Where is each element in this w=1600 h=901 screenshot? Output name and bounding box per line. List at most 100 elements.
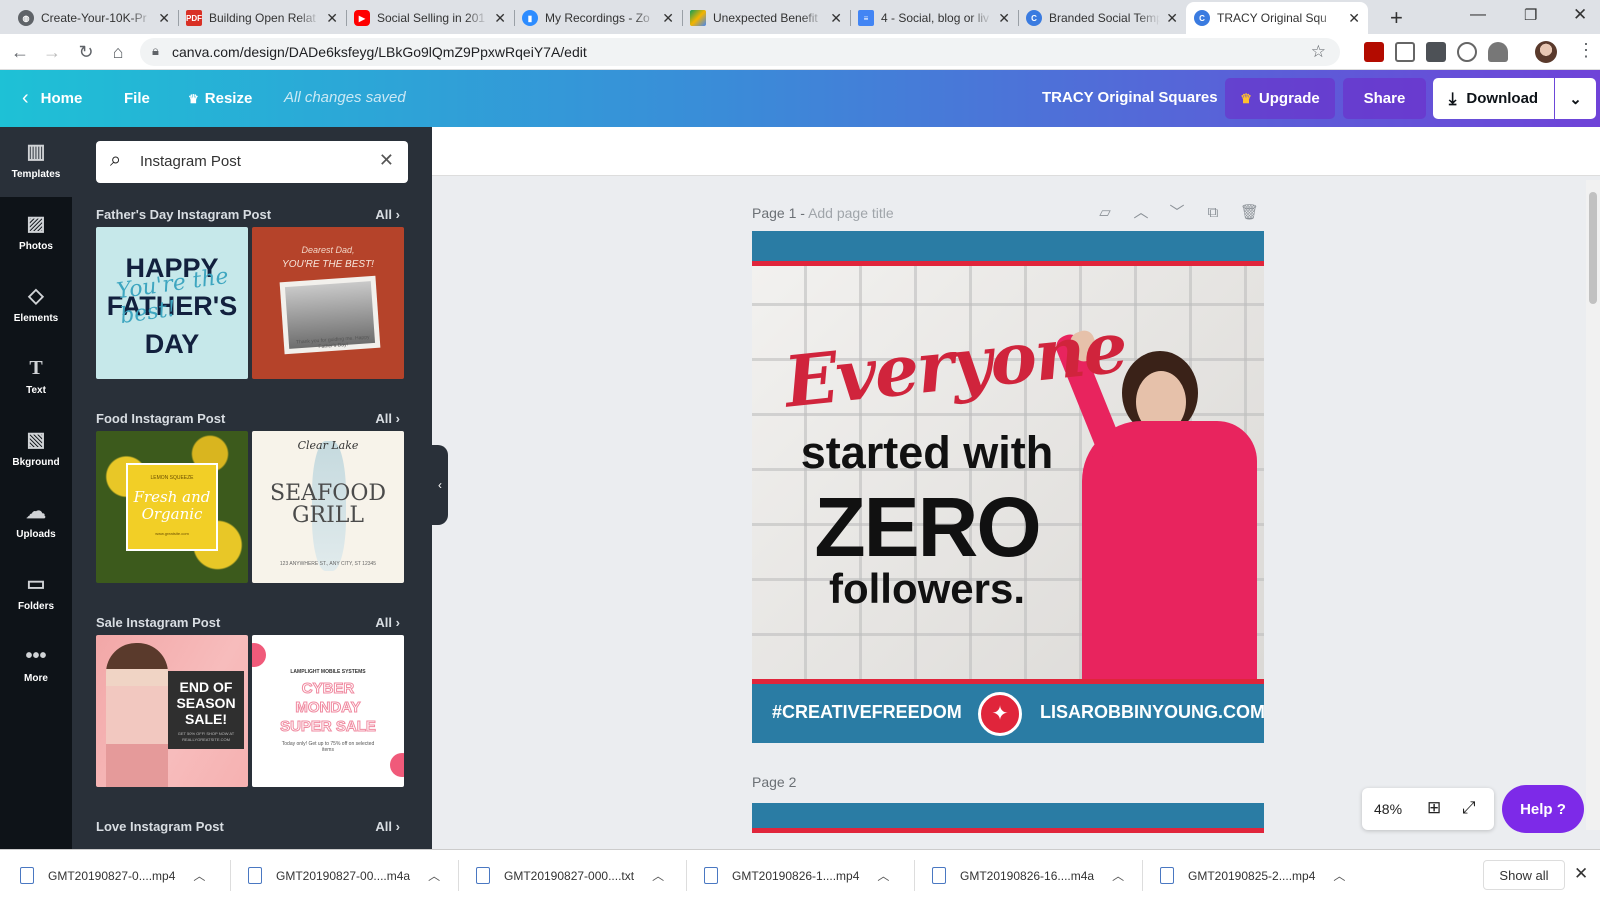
back-icon[interactable]: ← [8, 40, 32, 64]
home-icon[interactable]: ⌂ [106, 40, 130, 64]
upgrade-button[interactable]: ♛ Upgrade [1225, 78, 1335, 119]
template-thumbnail[interactable]: Dearest Dad, YOU'RE THE BEST! Thank you … [252, 227, 404, 379]
rail-item-templates[interactable]: ▥ Templates [0, 127, 72, 197]
download-item[interactable]: GMT20190827-0....mp4 ︿ [20, 850, 205, 901]
chevron-up-icon[interactable]: ︿ [877, 867, 889, 884]
rail-item-text[interactable]: T Text [0, 343, 72, 413]
design-website[interactable]: LISAROBBINYOUNG.COM [1040, 702, 1264, 723]
design-hashtag[interactable]: #CREATIVEFREEDOM [772, 702, 962, 723]
rail-item-photos[interactable]: ▨ Photos [0, 199, 72, 269]
download-item[interactable]: GMT20190825-2....mp4 ︿ [1160, 850, 1345, 901]
notes-icon[interactable]: ▱ [1096, 204, 1114, 222]
home-button[interactable]: ‹ Home [22, 70, 82, 127]
close-icon[interactable]: ✕ [158, 10, 170, 27]
chevron-down-icon[interactable]: ﹀ [1168, 204, 1186, 222]
design-page-1[interactable]: Everyone started with ZERO followers. #C… [752, 231, 1264, 743]
download-options-button[interactable]: ⌄ [1555, 78, 1596, 119]
chevron-up-icon[interactable]: ︿ [1112, 867, 1124, 884]
rail-item-folders[interactable]: ▭ Folders [0, 559, 72, 629]
design-text-line[interactable]: started with [792, 427, 1062, 479]
rail-item-background[interactable]: ▧ Bkground [0, 415, 72, 485]
browser-tab[interactable]: ▶ Social Selling in 201 ✕ [346, 2, 514, 34]
close-icon[interactable]: ✕ [494, 10, 506, 27]
see-all-link[interactable]: All › [375, 615, 400, 630]
template-thumbnail[interactable]: LAMPLIGHT MOBILE SYSTEMS CYBER MONDAY SU… [252, 635, 404, 787]
browser-tab[interactable]: ◍ Create-Your-10K-Pr ✕ [10, 2, 178, 34]
download-item[interactable]: GMT20190826-1....mp4 ︿ [704, 850, 889, 901]
download-item[interactable]: GMT20190827-00....m4a ︿ [248, 850, 440, 901]
delete-page-icon[interactable]: 🗑︎ [1240, 204, 1259, 222]
profile-avatar[interactable] [1535, 41, 1557, 63]
share-button[interactable]: Share [1343, 78, 1426, 119]
acrobat-extension-icon[interactable] [1364, 42, 1384, 62]
maximize-button[interactable]: ❐ [1524, 6, 1537, 24]
chevron-up-icon[interactable]: ︿ [1333, 867, 1345, 884]
close-icon[interactable]: ✕ [326, 10, 338, 27]
address-bar[interactable]: 🔒︎ canva.com/design/DADe6ksfeyg/LBkGo9lQ… [140, 38, 1340, 66]
calendar-extension-icon[interactable] [1395, 42, 1415, 62]
duplicate-page-icon[interactable]: ⧉ [1204, 204, 1222, 222]
scrollbar-thumb[interactable] [1589, 192, 1597, 304]
browser-tab[interactable]: C Branded Social Temp ✕ [1018, 2, 1186, 34]
close-downloads-icon[interactable]: ✕ [1574, 864, 1588, 884]
chevron-up-icon[interactable]: ︿ [193, 867, 205, 884]
template-search-box[interactable]: ⌕ Instagram Post ✕ [96, 141, 408, 183]
browser-tab[interactable]: ▮ My Recordings - Zo ✕ [514, 2, 682, 34]
see-all-link[interactable]: All › [375, 207, 400, 222]
chevron-up-icon[interactable]: ︿ [428, 867, 440, 884]
new-tab-button[interactable]: + [1390, 5, 1403, 31]
download-item[interactable]: GMT20190827-000....txt ︿ [476, 850, 664, 901]
template-thumbnail[interactable]: HAPPY FATHER'S DAY You're the best! [96, 227, 248, 379]
facebook-extension-icon[interactable] [1426, 42, 1446, 62]
window-close-button[interactable]: ✕ [1573, 5, 1587, 25]
forward-icon[interactable]: → [40, 40, 64, 64]
file-icon [704, 867, 718, 884]
reload-icon[interactable]: ↻ [74, 40, 98, 64]
clear-search-icon[interactable]: ✕ [379, 150, 394, 171]
design-text-line[interactable]: followers. [792, 565, 1062, 613]
zoom-level[interactable]: 48% [1374, 801, 1402, 817]
close-icon[interactable]: ✕ [998, 10, 1010, 27]
browser-menu-icon[interactable]: ⋮ [1577, 40, 1595, 61]
browser-tab[interactable]: ≡ 4 - Social, blog or liv ✕ [850, 2, 1018, 34]
see-all-link[interactable]: All › [375, 819, 400, 834]
star-icon[interactable]: ☆ [1311, 42, 1326, 62]
vertical-scrollbar[interactable] [1586, 180, 1600, 830]
search-input[interactable]: Instagram Post [140, 153, 241, 170]
templates-icon: ▥ [26, 141, 46, 163]
browser-tab[interactable]: Unexpected Benefit ✕ [682, 2, 850, 34]
fullscreen-icon[interactable]: ⤢ [1462, 798, 1476, 818]
download-item[interactable]: GMT20190826-16....m4a ︿ [932, 850, 1124, 901]
pdf-icon: PDF [186, 10, 202, 26]
document-title[interactable]: TRACY Original Squares [1042, 89, 1218, 106]
file-menu-button[interactable]: File [124, 70, 150, 127]
chevron-up-icon[interactable]: ︿ [1132, 204, 1150, 222]
download-button[interactable]: ⤓ Download [1433, 78, 1554, 119]
minimize-button[interactable]: — [1470, 6, 1486, 24]
close-icon[interactable]: ✕ [662, 10, 674, 27]
browser-tab-active[interactable]: C TRACY Original Squ ✕ [1186, 2, 1368, 34]
see-all-link[interactable]: All › [375, 411, 400, 426]
close-icon[interactable]: ✕ [1166, 10, 1178, 27]
horizontal-scrollbar[interactable] [436, 836, 1586, 846]
collapse-panel-button[interactable]: ‹ [432, 445, 448, 525]
show-all-downloads-button[interactable]: Show all [1483, 860, 1565, 890]
page-title-input[interactable]: Add page title [808, 205, 894, 221]
grammar-extension-icon[interactable] [1457, 42, 1477, 62]
cloud-extension-icon[interactable] [1488, 42, 1508, 62]
grid-view-icon[interactable]: ⊞ [1427, 798, 1441, 818]
browser-tab[interactable]: PDF Building Open Relat ✕ [178, 2, 346, 34]
close-icon[interactable]: ✕ [830, 10, 842, 27]
chevron-up-icon[interactable]: ︿ [652, 867, 664, 884]
resize-button[interactable]: ♛ Resize [188, 70, 252, 127]
template-thumbnail[interactable]: Clear Lake SEAFOOD GRILL 123 ANYWHERE ST… [252, 431, 404, 583]
design-page-2-preview[interactable] [752, 803, 1264, 833]
rail-item-elements[interactable]: ◇ Elements [0, 271, 72, 341]
design-text-zero[interactable]: ZERO [792, 479, 1062, 576]
close-icon[interactable]: ✕ [1348, 10, 1360, 27]
rail-item-uploads[interactable]: ☁ Uploads [0, 487, 72, 557]
template-thumbnail[interactable]: END OF SEASON SALE! GET 50% OFF! SHOP NO… [96, 635, 248, 787]
help-button[interactable]: Help ? [1502, 785, 1584, 833]
template-thumbnail[interactable]: LEMON SQUEEZE Fresh and Organic www.grea… [96, 431, 248, 583]
rail-item-more[interactable]: ••• More [0, 631, 72, 701]
